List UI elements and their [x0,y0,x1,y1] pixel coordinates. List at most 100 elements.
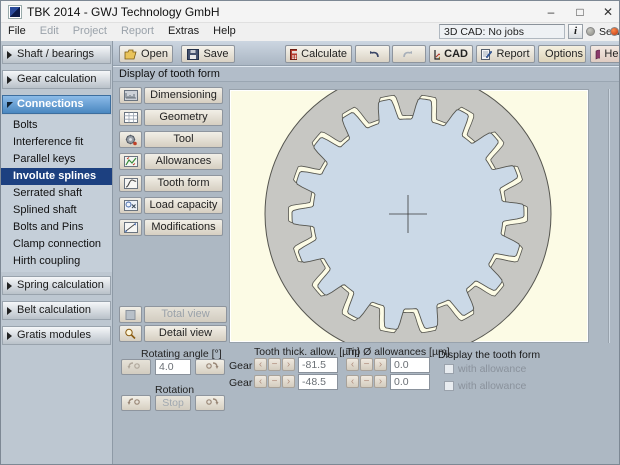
gear2-tip-increase-button[interactable]: › [374,375,387,388]
help-book-icon [595,49,600,60]
app-window: TBK 2014 - GWJ Technology GmbH – □ ✕ Fil… [0,0,620,465]
load-capacity-button[interactable]: Load capacity [144,197,223,214]
menu-project: Project [66,23,114,41]
detail-view-button[interactable]: Detail view [144,325,227,342]
gear2-thick-increase-button[interactable]: › [282,375,295,388]
sidebar-section-gratis-modules[interactable]: Gratis modules [2,326,111,345]
gear2-thick-decrease-button[interactable]: ‹ [254,375,267,388]
title-bar: TBK 2014 - GWJ Technology GmbH – □ ✕ [1,1,620,23]
maximize-button[interactable]: □ [566,1,594,23]
allowances-icon [124,156,138,167]
minimize-button[interactable]: – [537,1,565,23]
rotating-angle-input[interactable] [155,359,191,375]
save-button[interactable]: Save [181,45,235,63]
calculate-button[interactable]: Calculate [285,45,352,63]
gear2-tip-decrease-button[interactable]: ‹ [346,375,359,388]
redo-icon [402,49,416,59]
sidebar-section-gear-calculation[interactable]: Gear calculation [2,70,111,89]
tooth-form-icon [124,178,138,189]
sidebar-section-spring-calculation[interactable]: Spring calculation [2,276,111,295]
tooth-form-canvas[interactable] [229,89,589,343]
tooth-form-icon-button[interactable] [119,175,142,192]
modifications-icon-button[interactable] [119,219,142,236]
allowances-button[interactable]: Allowances [144,153,223,170]
geometry-button[interactable]: Geometry [144,109,223,126]
sidebar-item-serrated-shaft[interactable]: Serrated shaft [1,185,112,202]
gear2-tip-input[interactable] [390,374,430,390]
sidebar-item-parallel-keys[interactable]: Parallel keys [1,151,112,168]
tooth-form-button[interactable]: Tooth form [144,175,223,192]
menu-edit: Edit [33,23,66,41]
rotate-ccw-icon [122,396,150,408]
open-button[interactable]: Open [119,45,173,63]
sidebar: Shaft / bearings Gear calculation Connec… [1,41,113,465]
menu-bar: File Edit Project Report Extras Help 3D … [1,23,620,41]
rotation-cw-button[interactable] [195,395,225,411]
rotation-ccw-button[interactable] [121,395,151,411]
sidebar-item-hirth-coupling[interactable]: Hirth coupling [1,253,112,270]
redo-button [392,45,426,63]
with-allowance-label-1: with allowance [458,363,526,375]
cad-status-led [586,27,595,36]
sidebar-item-bolts-and-pins[interactable]: Bolts and Pins [1,219,112,236]
gear-drawing [230,90,588,342]
tool-icon-button[interactable] [119,131,142,148]
gear1-tip-zero-button[interactable]: − [360,358,373,371]
sidebar-item-clamp-connection[interactable]: Clamp connection [1,236,112,253]
allowances-icon-button[interactable] [119,153,142,170]
chevron-right-icon [7,282,12,290]
detail-view-icon-button[interactable] [119,325,142,342]
chevron-right-icon [7,51,12,59]
menu-help[interactable]: Help [206,23,243,41]
modifications-button[interactable]: Modifications [144,219,223,236]
rotation-stop-button: Stop [155,395,191,411]
gear2-thick-zero-button[interactable]: − [268,375,281,388]
gear1-tip-input[interactable] [390,357,430,373]
report-button[interactable]: Report [476,45,535,63]
sidebar-item-interference-fit[interactable]: Interference fit [1,134,112,151]
gear1-thick-decrease-button[interactable]: ‹ [254,358,267,371]
gear1-thick-increase-button[interactable]: › [282,358,295,371]
menu-file[interactable]: File [1,23,33,41]
toolbar: Open Save Calculate CAD Report Options [113,41,620,66]
dimensioning-icon [124,90,138,101]
gear1-thick-input[interactable] [298,357,338,373]
rotate-cw-icon [196,396,224,408]
app-icon [8,5,22,19]
sidebar-section-connections[interactable]: Connections [2,95,111,114]
cad-icon [434,49,440,60]
dimensioning-button[interactable]: Dimensioning [144,87,223,104]
gear1-tip-increase-button[interactable]: › [374,358,387,371]
menu-extras[interactable]: Extras [161,23,206,41]
gear1-thick-zero-button[interactable]: − [268,358,281,371]
sidebar-section-shaft-bearings[interactable]: Shaft / bearings [2,45,111,64]
tool-button[interactable]: Tool [144,131,223,148]
load-capacity-icon [124,200,138,211]
load-capacity-icon-button[interactable] [119,197,142,214]
sidebar-item-splined-shaft[interactable]: Splined shaft [1,202,112,219]
chevron-right-icon [7,332,12,340]
modifications-icon [124,222,138,233]
chevron-expanded-icon [7,102,13,112]
page-title: Display of tooth form [113,66,620,82]
info-button[interactable]: i [568,24,583,39]
undo-button[interactable] [355,45,390,63]
sidebar-item-involute-splines[interactable]: Involute splines [1,168,112,185]
gear2-thick-input[interactable] [298,374,338,390]
sidebar-item-bolts[interactable]: Bolts [1,117,112,134]
total-view-icon-button [119,306,142,323]
close-button[interactable]: ✕ [594,1,620,23]
cad-button[interactable]: CAD [429,45,473,63]
rotate-cw-step-button[interactable] [195,359,225,375]
window-title: TBK 2014 - GWJ Technology GmbH [27,5,220,19]
sidebar-section-belt-calculation[interactable]: Belt calculation [2,301,111,320]
gear2-tip-zero-button[interactable]: − [360,375,373,388]
help-button[interactable]: Help [590,45,620,63]
open-folder-icon [124,49,137,60]
save-floppy-icon [187,49,199,60]
options-button[interactable]: Options [538,45,586,63]
report-doc-icon [481,49,492,60]
geometry-icon-button[interactable] [119,109,142,126]
gear1-tip-decrease-button[interactable]: ‹ [346,358,359,371]
dimensioning-icon-button[interactable] [119,87,142,104]
